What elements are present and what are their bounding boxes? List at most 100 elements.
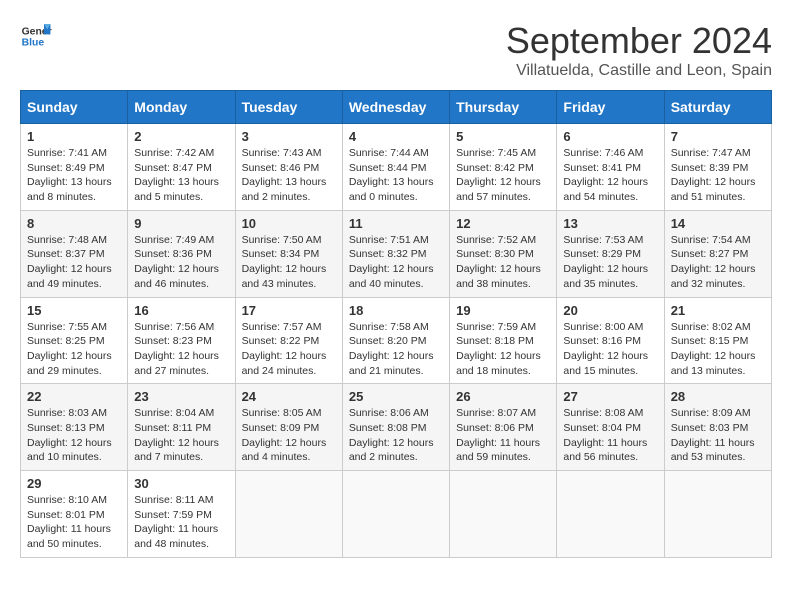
logo: General Blue [20, 20, 52, 52]
day-cell-27: 27 Sunrise: 8:08 AMSunset: 8:04 PMDaylig… [557, 384, 664, 471]
day-detail: Sunrise: 7:52 AMSunset: 8:30 PMDaylight:… [456, 233, 550, 292]
day-number: 29 [27, 476, 121, 491]
day-detail: Sunrise: 7:41 AMSunset: 8:49 PMDaylight:… [27, 146, 121, 205]
col-friday: Friday [557, 91, 664, 124]
month-title: September 2024 [506, 20, 772, 62]
col-sunday: Sunday [21, 91, 128, 124]
day-detail: Sunrise: 7:42 AMSunset: 8:47 PMDaylight:… [134, 146, 228, 205]
day-number: 20 [563, 303, 657, 318]
day-cell-6: 6 Sunrise: 7:46 AMSunset: 8:41 PMDayligh… [557, 124, 664, 211]
day-number: 15 [27, 303, 121, 318]
day-cell-12: 12 Sunrise: 7:52 AMSunset: 8:30 PMDaylig… [450, 210, 557, 297]
day-number: 24 [242, 389, 336, 404]
day-cell-23: 23 Sunrise: 8:04 AMSunset: 8:11 PMDaylig… [128, 384, 235, 471]
calendar-week-5: 29 Sunrise: 8:10 AMSunset: 8:01 PMDaylig… [21, 471, 772, 558]
day-detail: Sunrise: 8:07 AMSunset: 8:06 PMDaylight:… [456, 406, 550, 465]
calendar-table: Sunday Monday Tuesday Wednesday Thursday… [20, 90, 772, 558]
day-cell-18: 18 Sunrise: 7:58 AMSunset: 8:20 PMDaylig… [342, 297, 449, 384]
day-cell-29: 29 Sunrise: 8:10 AMSunset: 8:01 PMDaylig… [21, 471, 128, 558]
day-number: 4 [349, 129, 443, 144]
day-detail: Sunrise: 8:09 AMSunset: 8:03 PMDaylight:… [671, 406, 765, 465]
day-cell-11: 11 Sunrise: 7:51 AMSunset: 8:32 PMDaylig… [342, 210, 449, 297]
day-number: 13 [563, 216, 657, 231]
day-number: 11 [349, 216, 443, 231]
day-detail: Sunrise: 7:56 AMSunset: 8:23 PMDaylight:… [134, 320, 228, 379]
day-cell-20: 20 Sunrise: 8:00 AMSunset: 8:16 PMDaylig… [557, 297, 664, 384]
day-detail: Sunrise: 7:53 AMSunset: 8:29 PMDaylight:… [563, 233, 657, 292]
day-detail: Sunrise: 7:49 AMSunset: 8:36 PMDaylight:… [134, 233, 228, 292]
calendar-week-4: 22 Sunrise: 8:03 AMSunset: 8:13 PMDaylig… [21, 384, 772, 471]
day-cell-8: 8 Sunrise: 7:48 AMSunset: 8:37 PMDayligh… [21, 210, 128, 297]
day-cell-7: 7 Sunrise: 7:47 AMSunset: 8:39 PMDayligh… [664, 124, 771, 211]
header-row: Sunday Monday Tuesday Wednesday Thursday… [21, 91, 772, 124]
day-detail: Sunrise: 7:51 AMSunset: 8:32 PMDaylight:… [349, 233, 443, 292]
day-number: 14 [671, 216, 765, 231]
day-number: 3 [242, 129, 336, 144]
day-detail: Sunrise: 7:57 AMSunset: 8:22 PMDaylight:… [242, 320, 336, 379]
day-detail: Sunrise: 7:46 AMSunset: 8:41 PMDaylight:… [563, 146, 657, 205]
day-detail: Sunrise: 7:59 AMSunset: 8:18 PMDaylight:… [456, 320, 550, 379]
col-monday: Monday [128, 91, 235, 124]
day-detail: Sunrise: 8:10 AMSunset: 8:01 PMDaylight:… [27, 493, 121, 552]
day-detail: Sunrise: 8:03 AMSunset: 8:13 PMDaylight:… [27, 406, 121, 465]
day-detail: Sunrise: 8:11 AMSunset: 7:59 PMDaylight:… [134, 493, 228, 552]
day-cell-5: 5 Sunrise: 7:45 AMSunset: 8:42 PMDayligh… [450, 124, 557, 211]
day-number: 9 [134, 216, 228, 231]
day-cell-15: 15 Sunrise: 7:55 AMSunset: 8:25 PMDaylig… [21, 297, 128, 384]
col-thursday: Thursday [450, 91, 557, 124]
day-cell-10: 10 Sunrise: 7:50 AMSunset: 8:34 PMDaylig… [235, 210, 342, 297]
day-cell-14: 14 Sunrise: 7:54 AMSunset: 8:27 PMDaylig… [664, 210, 771, 297]
empty-cell [450, 471, 557, 558]
day-cell-25: 25 Sunrise: 8:06 AMSunset: 8:08 PMDaylig… [342, 384, 449, 471]
day-number: 10 [242, 216, 336, 231]
day-number: 19 [456, 303, 550, 318]
location-title: Villatuelda, Castille and Leon, Spain [506, 62, 772, 80]
day-detail: Sunrise: 7:58 AMSunset: 8:20 PMDaylight:… [349, 320, 443, 379]
day-cell-24: 24 Sunrise: 8:05 AMSunset: 8:09 PMDaylig… [235, 384, 342, 471]
day-detail: Sunrise: 7:48 AMSunset: 8:37 PMDaylight:… [27, 233, 121, 292]
day-number: 26 [456, 389, 550, 404]
day-detail: Sunrise: 8:05 AMSunset: 8:09 PMDaylight:… [242, 406, 336, 465]
day-detail: Sunrise: 7:44 AMSunset: 8:44 PMDaylight:… [349, 146, 443, 205]
day-number: 28 [671, 389, 765, 404]
calendar-week-1: 1 Sunrise: 7:41 AMSunset: 8:49 PMDayligh… [21, 124, 772, 211]
day-detail: Sunrise: 8:08 AMSunset: 8:04 PMDaylight:… [563, 406, 657, 465]
day-number: 5 [456, 129, 550, 144]
day-detail: Sunrise: 7:47 AMSunset: 8:39 PMDaylight:… [671, 146, 765, 205]
day-number: 8 [27, 216, 121, 231]
day-number: 6 [563, 129, 657, 144]
empty-cell [342, 471, 449, 558]
empty-cell [664, 471, 771, 558]
day-detail: Sunrise: 7:50 AMSunset: 8:34 PMDaylight:… [242, 233, 336, 292]
day-cell-16: 16 Sunrise: 7:56 AMSunset: 8:23 PMDaylig… [128, 297, 235, 384]
day-number: 12 [456, 216, 550, 231]
day-cell-1: 1 Sunrise: 7:41 AMSunset: 8:49 PMDayligh… [21, 124, 128, 211]
col-wednesday: Wednesday [342, 91, 449, 124]
calendar-week-3: 15 Sunrise: 7:55 AMSunset: 8:25 PMDaylig… [21, 297, 772, 384]
day-detail: Sunrise: 7:45 AMSunset: 8:42 PMDaylight:… [456, 146, 550, 205]
day-detail: Sunrise: 8:04 AMSunset: 8:11 PMDaylight:… [134, 406, 228, 465]
day-number: 22 [27, 389, 121, 404]
day-cell-4: 4 Sunrise: 7:44 AMSunset: 8:44 PMDayligh… [342, 124, 449, 211]
day-detail: Sunrise: 8:00 AMSunset: 8:16 PMDaylight:… [563, 320, 657, 379]
day-cell-2: 2 Sunrise: 7:42 AMSunset: 8:47 PMDayligh… [128, 124, 235, 211]
day-number: 16 [134, 303, 228, 318]
page-header: General Blue September 2024 Villatuelda,… [20, 20, 772, 80]
logo-icon: General Blue [20, 20, 52, 52]
day-cell-22: 22 Sunrise: 8:03 AMSunset: 8:13 PMDaylig… [21, 384, 128, 471]
day-cell-13: 13 Sunrise: 7:53 AMSunset: 8:29 PMDaylig… [557, 210, 664, 297]
day-cell-3: 3 Sunrise: 7:43 AMSunset: 8:46 PMDayligh… [235, 124, 342, 211]
day-number: 23 [134, 389, 228, 404]
day-detail: Sunrise: 8:06 AMSunset: 8:08 PMDaylight:… [349, 406, 443, 465]
empty-cell [557, 471, 664, 558]
calendar-week-2: 8 Sunrise: 7:48 AMSunset: 8:37 PMDayligh… [21, 210, 772, 297]
day-number: 30 [134, 476, 228, 491]
day-number: 25 [349, 389, 443, 404]
day-detail: Sunrise: 7:55 AMSunset: 8:25 PMDaylight:… [27, 320, 121, 379]
day-cell-19: 19 Sunrise: 7:59 AMSunset: 8:18 PMDaylig… [450, 297, 557, 384]
day-detail: Sunrise: 7:43 AMSunset: 8:46 PMDaylight:… [242, 146, 336, 205]
day-detail: Sunrise: 7:54 AMSunset: 8:27 PMDaylight:… [671, 233, 765, 292]
day-cell-17: 17 Sunrise: 7:57 AMSunset: 8:22 PMDaylig… [235, 297, 342, 384]
col-saturday: Saturday [664, 91, 771, 124]
day-number: 1 [27, 129, 121, 144]
